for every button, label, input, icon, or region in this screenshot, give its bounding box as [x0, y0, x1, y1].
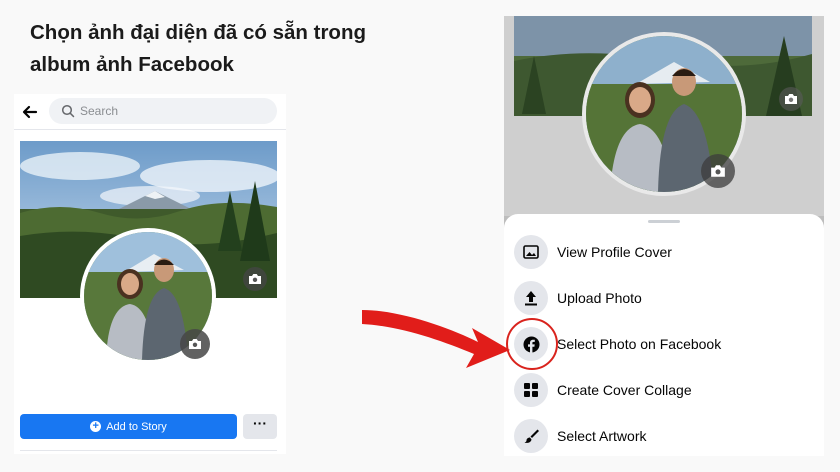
red-arrow-annotation [362, 310, 510, 368]
right-profile-screen: View Profile Cover Upload Photo Select P… [504, 16, 824, 456]
divider [20, 450, 277, 451]
brush-icon [514, 419, 548, 453]
menu-item-select-photo-on-facebook[interactable]: Select Photo on Facebook [514, 327, 814, 361]
menu-item-select-artwork[interactable]: Select Artwork [514, 419, 814, 453]
avatar-camera-button[interactable] [701, 154, 735, 188]
top-bar: Search [14, 94, 286, 130]
add-to-story-button[interactable]: + Add to Story [20, 414, 237, 439]
menu-item-label: Upload Photo [557, 290, 642, 306]
menu-item-upload-photo[interactable]: Upload Photo [514, 281, 814, 315]
menu-item-view-profile-cover[interactable]: View Profile Cover [514, 235, 814, 269]
cover-camera-button[interactable] [243, 267, 267, 291]
menu-item-label: Create Cover Collage [557, 382, 692, 398]
grid-icon [514, 373, 548, 407]
back-arrow-icon[interactable] [20, 102, 40, 122]
camera-icon [189, 339, 201, 349]
left-profile-screen: Search + Add to Story ··· [14, 94, 286, 454]
search-icon [61, 104, 75, 118]
highlight-circle [506, 318, 558, 370]
sheet-handle[interactable] [648, 220, 680, 223]
add-to-story-label: Add to Story [106, 420, 167, 433]
menu-item-label: View Profile Cover [557, 244, 672, 260]
search-placeholder: Search [80, 104, 119, 118]
menu-item-create-cover-collage[interactable]: Create Cover Collage [514, 373, 814, 407]
avatar-camera-button[interactable] [180, 329, 210, 359]
search-input[interactable]: Search [49, 98, 277, 124]
cover-camera-button[interactable] [779, 87, 803, 111]
headline: Chọn ảnh đại diện đã có sẵn trong album … [30, 21, 366, 76]
camera-icon [249, 274, 261, 284]
camera-icon [711, 165, 725, 177]
menu-item-label: Select Artwork [557, 428, 647, 444]
photo-icon [514, 235, 548, 269]
camera-icon [785, 94, 797, 104]
menu-item-label: Select Photo on Facebook [557, 336, 722, 352]
more-options-button[interactable]: ··· [243, 414, 277, 439]
plus-icon: + [90, 421, 102, 432]
